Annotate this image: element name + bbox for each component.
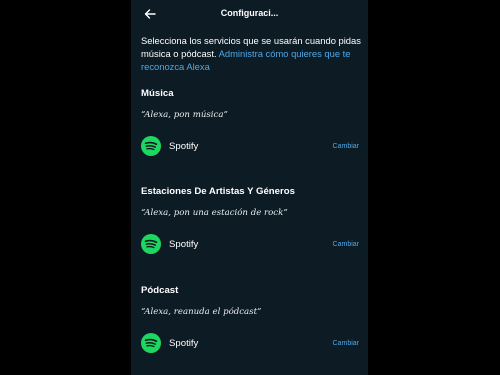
provider-name: Spotify — [169, 141, 199, 152]
section-title: Estaciones De Artistas Y Géneros — [141, 186, 295, 197]
example-phrase: “Alexa, pon música” — [141, 110, 228, 120]
podcast-section: Pódcast “Alexa, reanuda el pódcast” Spot… — [141, 285, 361, 357]
example-phrase: “Alexa, pon una estación de rock” — [141, 208, 288, 218]
music-section: Música “Alexa, pon música” Spotify Cambi… — [141, 88, 361, 160]
change-stations-provider-button[interactable]: Cambiar — [333, 241, 359, 248]
section-title: Pódcast — [141, 285, 179, 296]
alexa-settings-screen: Configuraci... Selecciona los servicios … — [131, 0, 368, 375]
provider-row: Spotify Cambiar — [141, 136, 361, 158]
provider-name: Spotify — [169, 338, 199, 349]
spotify-icon — [141, 234, 161, 254]
top-bar: Configuraci... — [131, 0, 368, 28]
intro-text: Selecciona los servicios que se usarán c… — [141, 34, 361, 73]
stations-section: Estaciones De Artistas Y Géneros “Alexa,… — [141, 186, 361, 258]
provider-row: Spotify Cambiar — [141, 234, 361, 256]
change-podcast-provider-button[interactable]: Cambiar — [333, 340, 359, 347]
provider-name: Spotify — [169, 239, 199, 250]
provider-row: Spotify Cambiar — [141, 333, 361, 355]
example-phrase: “Alexa, reanuda el pódcast” — [141, 307, 262, 317]
section-title: Música — [141, 88, 174, 99]
spotify-icon — [141, 136, 161, 156]
spotify-icon — [141, 333, 161, 353]
page-title: Configuraci... — [220, 8, 279, 18]
change-music-provider-button[interactable]: Cambiar — [333, 143, 359, 150]
